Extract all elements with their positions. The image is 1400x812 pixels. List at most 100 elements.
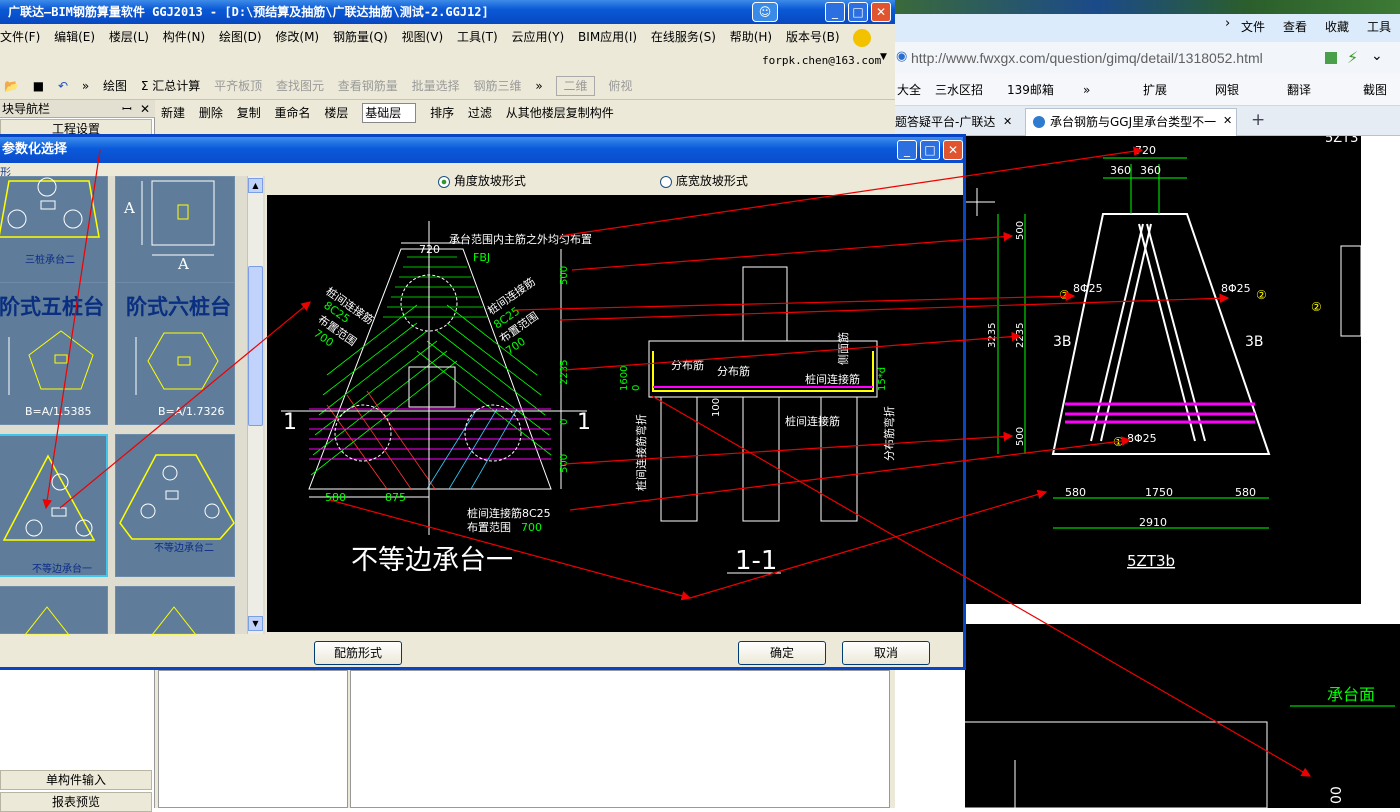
floor-label: 楼层 (324, 106, 349, 120)
menu-floor[interactable]: 楼层(L) (109, 30, 149, 44)
addr-chevron-icon[interactable]: ⌄ (1371, 48, 1383, 64)
tab-forum-close-icon[interactable]: ✕ (1003, 115, 1013, 128)
rebar-3d-button[interactable]: 钢筋三维 (473, 72, 521, 100)
dialog-minimize-icon[interactable]: _ (897, 140, 917, 160)
cad-name-5zt3: 5ZT3 (1325, 136, 1358, 146)
new-button[interactable]: 新建 (161, 100, 185, 126)
browser-menu-tools[interactable]: 工具 (1367, 18, 1391, 35)
menu-version[interactable]: 版本号(B) (786, 30, 840, 44)
lightning-icon[interactable]: ⚡ (1347, 48, 1358, 67)
view-rebar-button[interactable]: 查看钢筋量 (338, 72, 398, 100)
shape-tile-more-2[interactable] (115, 586, 235, 635)
filter-button[interactable]: 过滤 (468, 100, 492, 126)
menu-file[interactable]: 文件(F) (0, 30, 40, 44)
overflow2-icon[interactable]: » (535, 72, 542, 100)
cad-dim-500b: 500 (1015, 427, 1026, 446)
menu-edit[interactable]: 编辑(E) (54, 30, 95, 44)
pin-icon[interactable]: ꟷ (122, 100, 132, 118)
section-side: 侧面筋 (836, 332, 850, 365)
dialog-close-icon[interactable]: ✕ (943, 140, 963, 160)
user-email[interactable]: forpk.chen@163.com (762, 52, 881, 70)
save-icon[interactable]: ■ (33, 72, 44, 100)
flat-top-button[interactable]: 平齐板顶 (214, 72, 262, 100)
list-scrollbar[interactable]: ▲ ▼ (247, 176, 263, 634)
rename-button[interactable]: 重命名 (275, 100, 311, 126)
cancel-button[interactable]: 取消 (842, 641, 930, 665)
fav-sanshui[interactable]: 三水区招 (935, 74, 983, 106)
menu-online[interactable]: 在线服务(S) (651, 30, 716, 44)
fav-extend[interactable]: 扩展 (1143, 74, 1167, 106)
radio-angle-slope[interactable]: 角度放坡形式 (438, 173, 526, 189)
dialog-maximize-icon[interactable]: □ (920, 140, 940, 160)
menu-draw[interactable]: 绘图(D) (219, 30, 262, 44)
batch-select-button[interactable]: 批量选择 (412, 72, 460, 100)
undo-icon[interactable]: ↶ (58, 72, 68, 100)
sort-button[interactable]: 排序 (430, 100, 454, 126)
sum-calc-button[interactable]: Σ 汇总计算 (141, 72, 200, 100)
browser-back-icon[interactable]: › (1225, 16, 1230, 31)
fav-daquan[interactable]: 大全 (897, 74, 921, 106)
menu-help[interactable]: 帮助(H) (730, 30, 772, 44)
view-2d-select[interactable]: 二维 (556, 76, 595, 96)
chevron-down-icon[interactable]: ▼ (880, 52, 887, 62)
menu-view[interactable]: 视图(V) (402, 30, 444, 44)
menu-bim[interactable]: BIM应用(I) (578, 30, 637, 44)
shape-tile-step-five-pile[interactable]: 阶式五桩台 B=A/1.5385 (0, 282, 108, 425)
cad-circle-2c: ② (1311, 300, 1322, 314)
dim-0: 0 (559, 419, 570, 425)
fav-more-icon[interactable]: » (1083, 74, 1090, 106)
menu-modify[interactable]: 修改(M) (275, 30, 319, 44)
nav-close-icon[interactable]: ✕ (140, 100, 150, 118)
fav-bank[interactable]: 网银 (1215, 74, 1239, 106)
rebar-form-button[interactable]: 配筋形式 (314, 641, 402, 665)
menu-cloud[interactable]: 云应用(Y) (512, 30, 565, 44)
overlook-button[interactable]: 俯视 (608, 72, 632, 100)
cad-rebar-label-3: 8Φ25 (1127, 432, 1157, 445)
radio-width-slope[interactable]: 底宽放坡形式 (660, 173, 748, 189)
menu-tools[interactable]: 工具(T) (457, 30, 498, 44)
copy-from-floor-button[interactable]: 从其他楼层复制构件 (506, 100, 614, 126)
tile-caption: 不等边承台一 (32, 564, 92, 575)
smiley-icon[interactable] (853, 28, 872, 47)
browser-menu-favorites[interactable]: 收藏 (1325, 18, 1349, 35)
shape-tile-step-six-pile[interactable]: 阶式六桩台 B=A/1.7326 (115, 282, 235, 425)
qr-icon[interactable] (1325, 52, 1337, 64)
app-title: 广联达—BIM钢筋算量软件 GGJ2013 - [D:\预结算及抽筋\广联达抽筋… (8, 5, 489, 19)
menu-rebar[interactable]: 钢筋量(Q) (333, 30, 388, 44)
draw-button[interactable]: 绘图 (103, 72, 127, 100)
copy-button[interactable]: 复制 (237, 100, 261, 126)
tab-active[interactable]: 承台钢筋与GGJ里承台类型不一 (1025, 108, 1237, 136)
help-icon[interactable]: ☺ (752, 2, 778, 22)
fav-screenshot[interactable]: 截图 (1363, 74, 1387, 106)
scroll-thumb[interactable] (248, 266, 263, 426)
browser-menu-view[interactable]: 查看 (1283, 18, 1307, 35)
overflow-icon[interactable]: » (82, 72, 89, 100)
floor-select[interactable]: 基础层 (362, 103, 417, 123)
shape-tile-more-1[interactable] (0, 586, 108, 635)
section-title: 1-1 (735, 546, 777, 576)
report-preview-button[interactable]: 报表预览 (0, 792, 152, 812)
cad-dim-00: 00 (1329, 786, 1345, 804)
url-input[interactable]: http://www.fwxgx.com/question/gimq/detai… (911, 48, 1316, 68)
unequal-cap-2-icon (119, 454, 235, 540)
scroll-up-icon[interactable]: ▲ (248, 178, 263, 193)
browser-menu-file[interactable]: 文件 (1241, 18, 1265, 35)
new-tab-icon[interactable]: + (1251, 110, 1265, 130)
main-toolbar: 📂 ■ ↶ » 绘图 Σ 汇总计算 平齐板顶 查找图元 查看钢筋量 批量选择 钢… (0, 72, 895, 100)
shape-tile-unequal-cap-1[interactable]: 不等边承台一 (0, 434, 108, 577)
scroll-down-icon[interactable]: ▼ (248, 616, 263, 631)
find-element-button[interactable]: 查找图元 (276, 72, 324, 100)
minimize-icon[interactable]: _ (825, 2, 845, 22)
menu-component[interactable]: 构件(N) (163, 30, 205, 44)
tab-active-close-icon[interactable]: ✕ (1223, 114, 1232, 127)
maximize-icon[interactable]: □ (848, 2, 868, 22)
open-icon[interactable]: 📂 (4, 72, 19, 100)
fav-139mail[interactable]: 139邮箱 (1007, 74, 1054, 106)
fav-translate[interactable]: 翻译 (1287, 74, 1311, 106)
tile-dim-a: A (124, 199, 135, 217)
ok-button[interactable]: 确定 (738, 641, 826, 665)
delete-button[interactable]: 删除 (199, 100, 223, 126)
close-icon[interactable]: ✕ (871, 2, 891, 22)
single-component-input-button[interactable]: 单构件输入 (0, 770, 152, 790)
shape-tile-unequal-cap-2[interactable]: 不等边承台二 (115, 434, 235, 577)
